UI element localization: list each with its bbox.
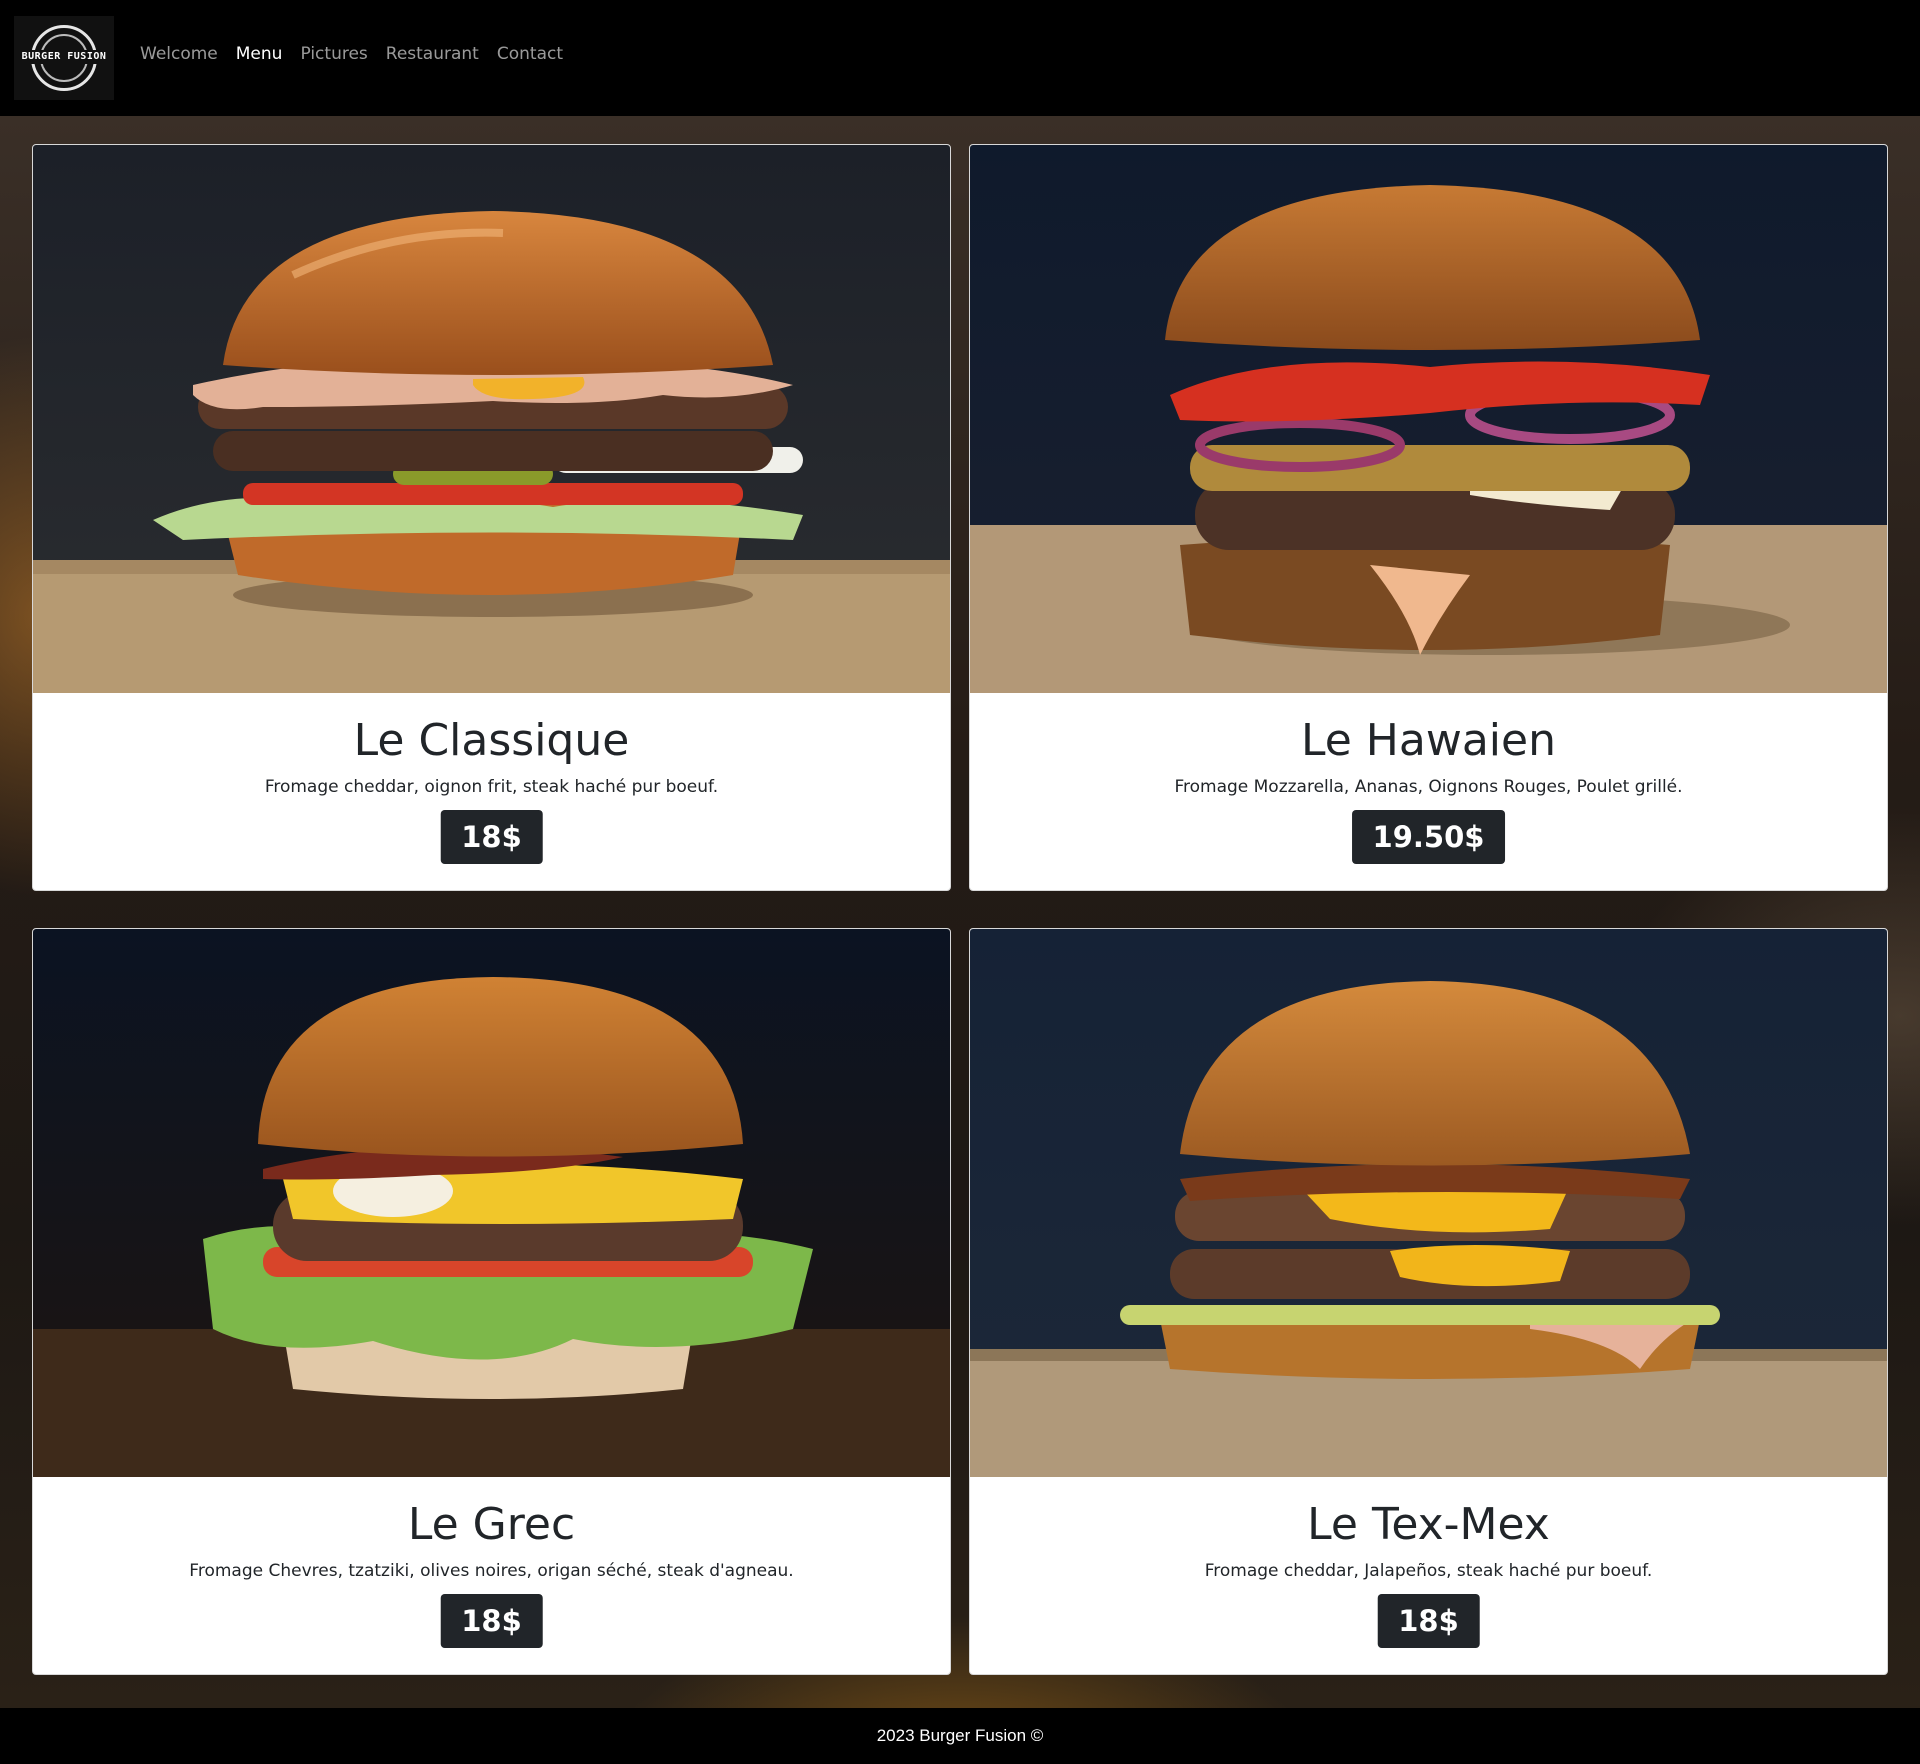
footer-copyright: 2023 Burger Fusion © [876, 1726, 1044, 1745]
nav-pictures[interactable]: Pictures [300, 44, 367, 64]
menu-card-grec: Le Grec Fromage Chevres, tzatziki, olive… [32, 928, 951, 1675]
menu-card-texmex: Le Tex-Mex Fromage cheddar, Jalapeños, s… [969, 928, 1888, 1675]
nav-contact[interactable]: Contact [497, 44, 563, 64]
menu-card-body: Le Tex-Mex Fromage cheddar, Jalapeños, s… [970, 1477, 1887, 1674]
menu-item-description: Fromage cheddar, Jalapeños, steak haché … [1204, 1561, 1653, 1581]
menu-item-description: Fromage Chevres, tzatziki, olives noires… [189, 1561, 794, 1581]
price-badge: 18$ [440, 1594, 543, 1648]
nav-welcome[interactable]: Welcome [140, 44, 218, 64]
price-badge: 18$ [1377, 1594, 1480, 1648]
nav-menu[interactable]: Menu [236, 44, 283, 64]
menu-item-description: Fromage Mozzarella, Ananas, Oignons Roug… [1174, 777, 1683, 797]
menu-item-description: Fromage cheddar, oignon frit, steak hach… [264, 777, 719, 797]
menu-item-title: Le Grec [407, 1499, 576, 1550]
nav-links: Welcome Menu Pictures Restaurant Contact [140, 44, 563, 64]
burger-fusion-logo-icon[interactable]: BURGER FUSION [14, 16, 114, 100]
price-badge: 19.50$ [1351, 810, 1506, 864]
burger-texmex-photo [970, 929, 1887, 1477]
burger-hawaien-photo [970, 145, 1887, 693]
menu-card-body: Le Hawaien Fromage Mozzarella, Ananas, O… [970, 693, 1887, 890]
menu-card-hawaien: Le Hawaien Fromage Mozzarella, Ananas, O… [969, 144, 1888, 891]
menu-item-title: Le Hawaien [1301, 715, 1556, 766]
footer: 2023 Burger Fusion © [0, 1708, 1920, 1764]
burger-classique-photo [33, 145, 950, 693]
menu-item-title: Le Classique [353, 715, 630, 766]
price-badge: 18$ [440, 810, 543, 864]
menu-card-body: Le Grec Fromage Chevres, tzatziki, olive… [33, 1477, 950, 1674]
navbar: BURGER FUSION Welcome Menu Pictures Rest… [0, 0, 1920, 116]
menu-card-classique: Le Classique Fromage cheddar, oignon fri… [32, 144, 951, 891]
menu-item-title: Le Tex-Mex [1307, 1499, 1550, 1550]
logo-text: BURGER FUSION [14, 50, 114, 64]
menu-card-body: Le Classique Fromage cheddar, oignon fri… [33, 693, 950, 890]
nav-restaurant[interactable]: Restaurant [386, 44, 479, 64]
burger-grec-photo [33, 929, 950, 1477]
